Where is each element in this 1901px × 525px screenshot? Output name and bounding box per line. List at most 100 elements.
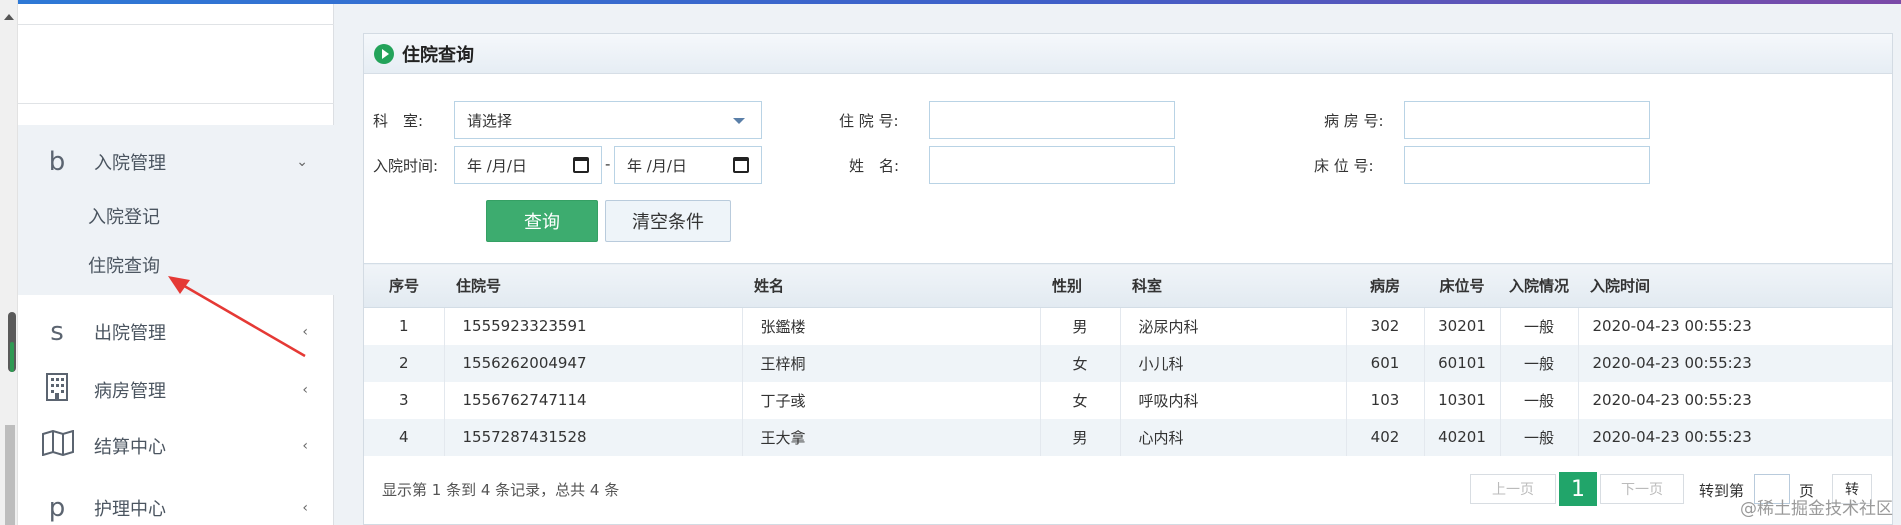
table-row[interactable]: 4 1557287431528 王大拿 男 心内科 402 40201 一般 2…	[364, 418, 1892, 456]
table-header-row: 序号 住院号 姓名 性别 科室 病房 床位号 入院情况 入院时间	[364, 263, 1892, 308]
panel-title: 住院查询	[402, 44, 474, 66]
cell-condition: 一般	[1500, 418, 1579, 456]
date-start-input[interactable]: 年 /月/日	[454, 146, 602, 184]
building-icon	[42, 372, 72, 408]
clear-conditions-button[interactable]: 清空条件	[605, 200, 731, 242]
cell-ward: 302	[1346, 307, 1425, 345]
chevron-left-icon: ‹	[302, 500, 308, 516]
col-header-name: 姓名	[742, 263, 1040, 308]
table-row[interactable]: 3 1556762747114 丁子彧 女 呼吸内科 103 10301 一般 …	[364, 381, 1892, 419]
cell-bed: 40201	[1424, 418, 1501, 456]
letter-b-icon: b	[48, 147, 66, 177]
cell-dept: 呼吸内科	[1120, 381, 1347, 419]
letter-p-icon: p	[48, 493, 66, 523]
panel-header: 住院查询	[364, 34, 1892, 74]
col-header-bed: 床位号	[1424, 263, 1500, 308]
table-row[interactable]: 1 1555923323591 张鑑楼 男 泌尿内科 302 30201 一般 …	[364, 307, 1892, 345]
sidebar-item-settlement[interactable]: 结算中心 ‹	[18, 424, 334, 468]
sidebar-item-nursing[interactable]: p 护理中心 ‹	[18, 486, 334, 525]
cell-ward: 103	[1346, 381, 1425, 419]
cell-inpatient-no: 1557287431528	[444, 418, 743, 456]
sidebar-item-label: 护理中心	[94, 499, 166, 520]
name-label: 姓 名:	[849, 157, 900, 175]
date-end-input[interactable]: 年 /月/日	[614, 146, 762, 184]
cell-condition: 一般	[1500, 307, 1579, 345]
scroll-up-icon[interactable]	[4, 14, 14, 20]
cell-bed: 30201	[1424, 307, 1501, 345]
inpatient-no-label: 住 院 号:	[839, 112, 899, 130]
cell-ward: 601	[1346, 344, 1425, 382]
play-circle-icon	[374, 43, 394, 64]
cell-gender: 女	[1040, 344, 1121, 382]
submenu-item-admission-register[interactable]: 入院登记	[88, 203, 160, 229]
bed-no-input[interactable]	[1404, 146, 1650, 184]
cell-ward: 402	[1346, 418, 1425, 456]
col-header-ward: 病房	[1346, 263, 1424, 308]
cell-admit-time: 2020-04-23 00:55:23	[1578, 307, 1892, 345]
table-row[interactable]: 2 1556262004947 王梓桐 女 小儿科 601 60101 一般 2…	[364, 344, 1892, 382]
goto-page-label: 转到第	[1699, 482, 1745, 500]
cell-index: 1	[364, 307, 445, 345]
col-header-condition: 入院情况	[1500, 263, 1578, 308]
cell-inpatient-no: 1556262004947	[444, 344, 743, 382]
submenu-item-inpatient-query[interactable]: 住院查询	[88, 252, 160, 278]
chevron-left-icon: ‹	[302, 382, 308, 398]
scrollbar-thumb[interactable]	[8, 312, 16, 372]
sidebar-item-admission[interactable]: b 入院管理 ⌄	[18, 140, 334, 184]
cell-inpatient-no: 1555923323591	[444, 307, 743, 345]
calendar-icon[interactable]	[733, 157, 749, 173]
sidebar-item-label: 出院管理	[94, 323, 166, 344]
cell-condition: 一般	[1500, 381, 1579, 419]
date-end-value: 年 /月/日	[627, 156, 687, 175]
cell-condition: 一般	[1500, 344, 1579, 382]
chevron-left-icon: ‹	[302, 438, 308, 454]
cell-dept: 小儿科	[1120, 344, 1347, 382]
cell-index: 2	[364, 344, 445, 382]
bed-no-label: 床 位 号:	[1314, 157, 1374, 175]
sidebar-item-ward[interactable]: 病房管理 ‹	[18, 368, 334, 412]
col-header-gender: 性别	[1040, 263, 1120, 308]
cell-dept: 泌尿内科	[1120, 307, 1347, 345]
col-header-index: 序号	[364, 263, 444, 308]
inpatient-query-panel: 住院查询 科 室: 请选择 住 院 号: 病 房 号: 入院时间: 年 /月/日…	[363, 33, 1893, 525]
cell-index: 4	[364, 418, 445, 456]
inpatient-table: 序号 住院号 姓名 性别 科室 病房 床位号 入院情况 入院时间 1 15559…	[364, 263, 1892, 456]
admit-time-label: 入院时间:	[373, 157, 439, 175]
dept-label: 科 室:	[373, 112, 424, 130]
cell-index: 3	[364, 381, 445, 419]
cell-dept: 心内科	[1120, 418, 1347, 456]
map-icon	[42, 429, 74, 463]
next-page-button[interactable]: 下一页	[1600, 474, 1684, 504]
page-scrollbar[interactable]	[0, 0, 18, 525]
dept-select-value: 请选择	[467, 111, 513, 130]
name-input[interactable]	[929, 146, 1175, 184]
calendar-icon[interactable]	[573, 157, 589, 173]
prev-page-button[interactable]: 上一页	[1470, 474, 1556, 504]
ward-no-input[interactable]	[1404, 101, 1650, 139]
current-page-button[interactable]: 1	[1559, 472, 1597, 506]
cell-admit-time: 2020-04-23 00:55:23	[1578, 381, 1892, 419]
date-start-value: 年 /月/日	[467, 156, 527, 175]
cell-bed: 10301	[1424, 381, 1501, 419]
sidebar: b 入院管理 ⌄ 入院登记 住院查询 s 出院管理 ‹ 病房管理 ‹ 结算中心 …	[18, 4, 334, 525]
inpatient-no-input[interactable]	[929, 101, 1175, 139]
cell-name: 王大拿	[742, 418, 1041, 456]
scrollbar-track-segment	[5, 425, 15, 525]
sidebar-item-label: 入院管理	[94, 153, 166, 174]
sidebar-item-label: 结算中心	[94, 437, 166, 458]
col-header-inpatient-no: 住院号	[444, 263, 742, 308]
cell-name: 丁子彧	[742, 381, 1041, 419]
letter-s-icon: s	[50, 317, 64, 347]
chevron-down-icon: ⌄	[296, 154, 308, 170]
cell-gender: 男	[1040, 418, 1121, 456]
chevron-left-icon: ‹	[302, 324, 308, 340]
sidebar-item-discharge[interactable]: s 出院管理 ‹	[18, 310, 334, 354]
sidebar-item-label: 病房管理	[94, 381, 166, 402]
cell-bed: 60101	[1424, 344, 1501, 382]
search-button[interactable]: 查询	[486, 200, 598, 242]
dept-select[interactable]: 请选择	[454, 101, 762, 139]
cell-gender: 男	[1040, 307, 1121, 345]
ward-no-label: 病 房 号:	[1324, 112, 1384, 130]
dropdown-caret-icon	[733, 118, 745, 124]
col-header-admit-time: 入院时间	[1578, 263, 1892, 308]
